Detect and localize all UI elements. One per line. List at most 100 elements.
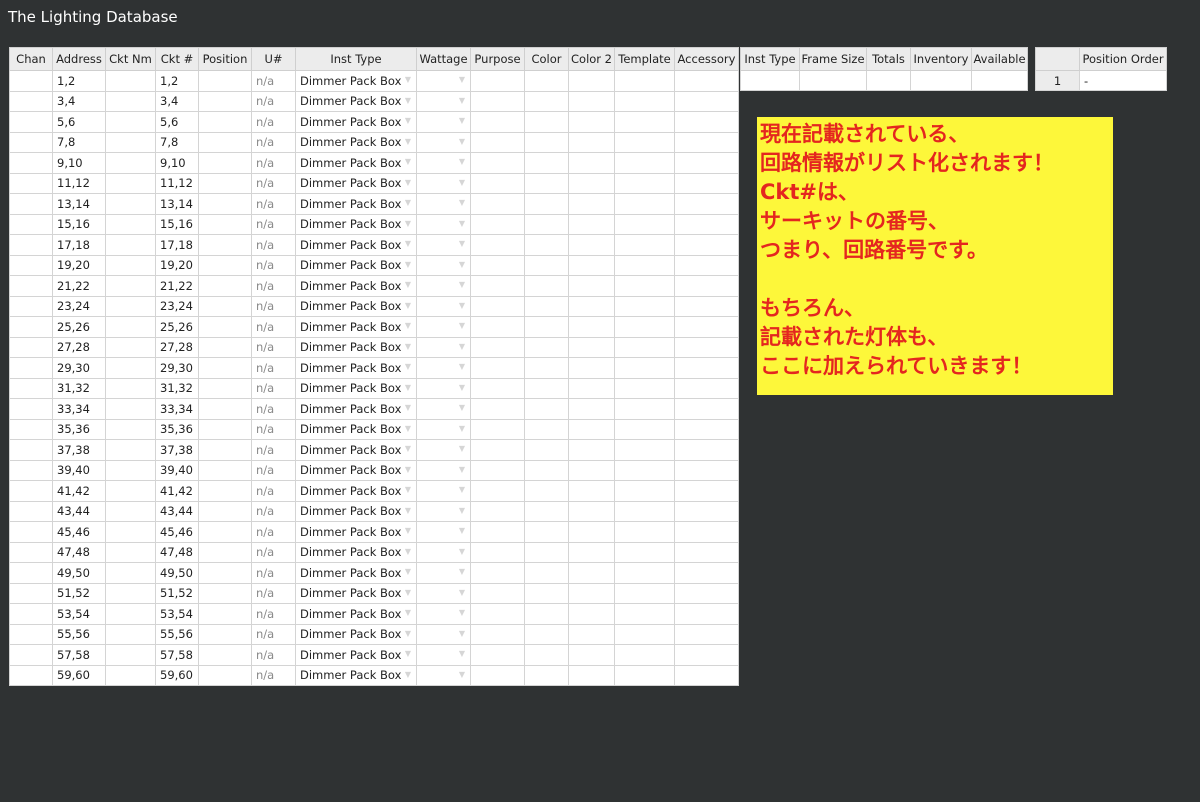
- cell-purpose[interactable]: [470, 459, 525, 481]
- cell-ckt-nm[interactable]: [105, 664, 156, 686]
- cell-color[interactable]: [524, 644, 569, 666]
- cell-address[interactable]: 21,22: [52, 275, 106, 297]
- cell-wattage[interactable]: ▼: [416, 582, 471, 604]
- cell-position[interactable]: [198, 193, 252, 215]
- cell-inst-type[interactable]: Dimmer Pack Box ▼: [295, 70, 417, 92]
- cell-color[interactable]: [524, 275, 569, 297]
- cell-color[interactable]: [524, 377, 569, 399]
- cell-wattage[interactable]: ▼: [416, 521, 471, 543]
- cell-ckt-num[interactable]: 57,58: [155, 644, 199, 666]
- column-header[interactable]: Available: [971, 47, 1028, 71]
- dropdown-arrow-icon[interactable]: ▼: [405, 260, 411, 269]
- cell-color[interactable]: [524, 521, 569, 543]
- cell-address[interactable]: 47,48: [52, 541, 106, 563]
- cell-purpose[interactable]: [470, 603, 525, 625]
- cell-ckt-nm[interactable]: [105, 152, 156, 174]
- cell-ckt-num[interactable]: 23,24: [155, 295, 199, 317]
- cell-address[interactable]: 13,14: [52, 193, 106, 215]
- table-row[interactable]: 17,18 17,18 n/a Dimmer Pack Box ▼ ▼: [9, 234, 739, 256]
- cell-color2[interactable]: [568, 316, 615, 338]
- cell-wattage[interactable]: ▼: [416, 131, 471, 153]
- cell-purpose[interactable]: [470, 521, 525, 543]
- cell-address[interactable]: 9,10: [52, 152, 106, 174]
- cell-ckt-num[interactable]: 35,36: [155, 418, 199, 440]
- cell-wattage[interactable]: ▼: [416, 480, 471, 502]
- cell-template[interactable]: [614, 439, 675, 461]
- column-header[interactable]: Chan: [9, 47, 53, 71]
- cell-position[interactable]: [198, 582, 252, 604]
- cell-ckt-nm[interactable]: [105, 70, 156, 92]
- cell-wattage[interactable]: ▼: [416, 398, 471, 420]
- cell-ckt-num[interactable]: 3,4: [155, 90, 199, 112]
- cell-template[interactable]: [614, 623, 675, 645]
- dropdown-arrow-icon[interactable]: ▼: [459, 198, 465, 207]
- cell-ckt-num[interactable]: 39,40: [155, 459, 199, 481]
- cell-color[interactable]: [524, 398, 569, 420]
- cell-ckt-num[interactable]: 31,32: [155, 377, 199, 399]
- cell-inst-type[interactable]: Dimmer Pack Box ▼: [295, 316, 417, 338]
- cell-color2[interactable]: [568, 418, 615, 440]
- cell-accessory[interactable]: [674, 603, 739, 625]
- dropdown-arrow-icon[interactable]: ▼: [405, 424, 411, 433]
- cell-template[interactable]: [614, 664, 675, 686]
- cell-address[interactable]: 15,16: [52, 213, 106, 235]
- cell-inst-type[interactable]: Dimmer Pack Box ▼: [295, 152, 417, 174]
- cell-position[interactable]: [198, 131, 252, 153]
- cell-color2[interactable]: [568, 152, 615, 174]
- dropdown-arrow-icon[interactable]: ▼: [405, 670, 411, 679]
- cell-accessory[interactable]: [674, 439, 739, 461]
- cell-purpose[interactable]: [470, 644, 525, 666]
- cell-chan[interactable]: [9, 603, 53, 625]
- cell-purpose[interactable]: [470, 377, 525, 399]
- cell-inst-type[interactable]: [740, 70, 800, 91]
- cell-template[interactable]: [614, 70, 675, 92]
- cell-color2[interactable]: [568, 480, 615, 502]
- column-header[interactable]: Ckt #: [155, 47, 199, 71]
- cell-purpose[interactable]: [470, 111, 525, 133]
- cell-address[interactable]: 3,4: [52, 90, 106, 112]
- dropdown-arrow-icon[interactable]: ▼: [405, 239, 411, 248]
- column-header[interactable]: Position: [198, 47, 252, 71]
- cell-ckt-nm[interactable]: [105, 172, 156, 194]
- cell-unum[interactable]: n/a: [251, 111, 296, 133]
- cell-accessory[interactable]: [674, 275, 739, 297]
- cell-chan[interactable]: [9, 295, 53, 317]
- cell-unum[interactable]: n/a: [251, 562, 296, 584]
- cell-address[interactable]: 23,24: [52, 295, 106, 317]
- cell-color[interactable]: [524, 152, 569, 174]
- cell-ckt-num[interactable]: 41,42: [155, 480, 199, 502]
- cell-chan[interactable]: [9, 521, 53, 543]
- cell-position[interactable]: [198, 295, 252, 317]
- cell-chan[interactable]: [9, 459, 53, 481]
- cell-color2[interactable]: [568, 357, 615, 379]
- dropdown-arrow-icon[interactable]: ▼: [459, 547, 465, 556]
- table-row[interactable]: 33,34 33,34 n/a Dimmer Pack Box ▼ ▼: [9, 398, 739, 420]
- table-row[interactable]: 9,10 9,10 n/a Dimmer Pack Box ▼ ▼: [9, 152, 739, 174]
- cell-address[interactable]: 31,32: [52, 377, 106, 399]
- cell-color2[interactable]: [568, 377, 615, 399]
- cell-position[interactable]: [198, 234, 252, 256]
- cell-inst-type[interactable]: Dimmer Pack Box ▼: [295, 213, 417, 235]
- cell-unum[interactable]: n/a: [251, 398, 296, 420]
- cell-template[interactable]: [614, 336, 675, 358]
- dropdown-arrow-icon[interactable]: ▼: [459, 362, 465, 371]
- cell-color[interactable]: [524, 541, 569, 563]
- cell-template[interactable]: [614, 275, 675, 297]
- cell-color2[interactable]: [568, 254, 615, 276]
- cell-unum[interactable]: n/a: [251, 336, 296, 358]
- cell-ckt-nm[interactable]: [105, 111, 156, 133]
- cell-template[interactable]: [614, 234, 675, 256]
- cell-ckt-nm[interactable]: [105, 193, 156, 215]
- cell-template[interactable]: [614, 316, 675, 338]
- cell-ckt-nm[interactable]: [105, 418, 156, 440]
- dropdown-arrow-icon[interactable]: ▼: [459, 465, 465, 474]
- dropdown-arrow-icon[interactable]: ▼: [459, 301, 465, 310]
- cell-wattage[interactable]: ▼: [416, 357, 471, 379]
- table-row[interactable]: 13,14 13,14 n/a Dimmer Pack Box ▼ ▼: [9, 193, 739, 215]
- cell-accessory[interactable]: [674, 316, 739, 338]
- dropdown-arrow-icon[interactable]: ▼: [459, 383, 465, 392]
- cell-template[interactable]: [614, 131, 675, 153]
- cell-color2[interactable]: [568, 459, 615, 481]
- cell-inst-type[interactable]: Dimmer Pack Box ▼: [295, 295, 417, 317]
- cell-address[interactable]: 43,44: [52, 500, 106, 522]
